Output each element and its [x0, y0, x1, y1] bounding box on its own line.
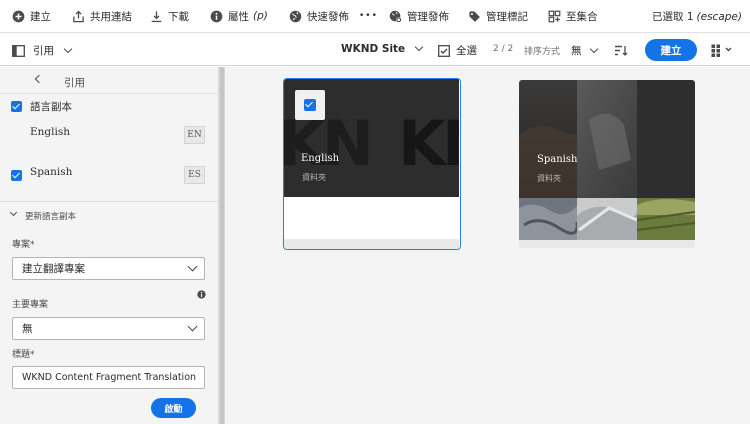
chevron-down-icon — [589, 44, 598, 53]
view-switcher-icon[interactable] — [711, 44, 733, 57]
to-collection-label: 至集合 — [566, 10, 598, 23]
more-actions-button[interactable]: ••• — [359, 0, 378, 33]
sort-value: 無 — [571, 45, 582, 57]
divider — [0, 93, 218, 94]
tag-icon — [469, 10, 480, 22]
collection-add-icon — [548, 10, 561, 22]
more-icon: ••• — [359, 11, 378, 21]
manage-tags-label: 管理標記 — [486, 10, 528, 23]
rail-scrollbar-thumb[interactable] — [220, 67, 224, 424]
folder-card-english[interactable]: KN KN English 資料夾 — [283, 78, 461, 250]
wknd-logo-art: KN — [398, 107, 459, 180]
add-circle-icon — [12, 10, 25, 22]
card-thumbnail: KN KN English 資料夾 — [284, 79, 459, 197]
update-section-header[interactable]: 更新語言副本 — [25, 210, 76, 222]
create-action[interactable]: 建立 — [12, 0, 51, 33]
globe-icon — [289, 10, 302, 22]
card-footer — [284, 239, 459, 249]
language-code-badge: ES — [184, 166, 205, 184]
item-count: 2 / 2 — [493, 44, 514, 54]
chevron-down-icon — [414, 42, 424, 52]
language-copies-label: 語言副本 — [30, 101, 72, 113]
language-checkbox-spanish[interactable] — [11, 170, 22, 181]
sort-dropdown[interactable]: 無 — [571, 43, 598, 58]
create-label: 建立 — [30, 10, 51, 23]
download-action[interactable]: 下載 — [150, 0, 189, 33]
share-icon — [73, 10, 84, 22]
view-header: 引用 WKND Site 全選 2 / 2 排序方式 無 — [0, 33, 750, 66]
select-all-icon — [438, 44, 450, 57]
manage-publication-label: 管理發佈 — [407, 10, 449, 23]
properties-label: 屬性 — [228, 10, 249, 23]
project-select-value: 建立翻譯專案 — [22, 263, 85, 275]
master-project-select-value: 無 — [22, 323, 33, 335]
title-label: 標題* — [12, 350, 35, 360]
title-input[interactable]: WKND Content Fragment Translation — [12, 366, 205, 389]
project-label: 專案* — [12, 240, 35, 250]
divider — [0, 201, 218, 202]
language-code-badge: EN — [184, 126, 205, 144]
site-switcher[interactable]: WKND Site — [341, 42, 424, 55]
card-checkbox[interactable] — [304, 99, 316, 111]
rail-icon — [12, 44, 25, 57]
manage-publication-action[interactable]: 管理發佈 — [389, 0, 449, 33]
rail-toggle-button[interactable]: 引用 — [12, 43, 73, 58]
to-collection-action[interactable]: 至集合 — [548, 0, 598, 33]
selected-count-text: 已選取 1 — [652, 11, 694, 23]
selection-close-button[interactable]: 已選取 1 (escape) — [652, 0, 742, 33]
title-input-value: WKND Content Fragment Translation — [22, 372, 197, 383]
manage-tags-action[interactable]: 管理標記 — [468, 0, 528, 33]
quick-publish-action[interactable]: 快速發佈 — [289, 0, 349, 33]
chevron-down-icon — [187, 321, 198, 332]
language-name-spanish: Spanish — [30, 166, 73, 178]
globe-gear-icon — [389, 10, 402, 23]
card-subtitle: 資料夾 — [302, 173, 326, 182]
master-project-select[interactable]: 無 — [12, 317, 205, 340]
create-button[interactable]: 建立 — [645, 39, 697, 61]
folder-card-spanish[interactable]: Spanish 資料夾 — [519, 80, 695, 248]
master-project-label: 主要專案 — [12, 300, 49, 310]
chevron-down-icon — [63, 44, 73, 53]
share-link-action[interactable]: 共用連結 — [72, 0, 132, 33]
escape-hint: (escape) — [696, 10, 742, 23]
download-icon — [151, 10, 162, 22]
select-all-button[interactable]: 全選 — [438, 43, 477, 58]
sort-direction-icon[interactable] — [614, 45, 628, 56]
info-icon[interactable] — [197, 290, 206, 299]
download-label: 下載 — [168, 10, 189, 23]
card-title: Spanish — [537, 154, 578, 165]
language-name-english: English — [30, 126, 71, 138]
language-copies-checkbox[interactable] — [11, 101, 22, 112]
quick-publish-label: 快速發佈 — [307, 10, 349, 23]
card-title: English — [301, 153, 340, 164]
action-toolbar: 建立 共用連結 下載 屬性 (p) 快速發佈 ••• 管理發佈 管理標記 至集合… — [0, 0, 750, 33]
start-button[interactable]: 啟動 — [151, 398, 196, 418]
rail-toggle-label: 引用 — [33, 45, 54, 57]
select-all-label: 全選 — [456, 45, 477, 57]
card-select-box[interactable] — [295, 90, 325, 120]
info-icon — [210, 10, 223, 22]
site-name: WKND Site — [341, 43, 406, 55]
properties-shortcut: (p) — [253, 10, 268, 22]
card-subtitle: 資料夾 — [537, 174, 561, 183]
chevron-down-icon — [187, 261, 198, 272]
project-select[interactable]: 建立翻譯專案 — [12, 257, 205, 280]
sort-label: 排序方式 — [524, 47, 561, 57]
share-link-label: 共用連結 — [90, 10, 132, 23]
rail-title: 引用 — [64, 77, 85, 89]
properties-action[interactable]: 屬性 (p) — [210, 0, 268, 33]
